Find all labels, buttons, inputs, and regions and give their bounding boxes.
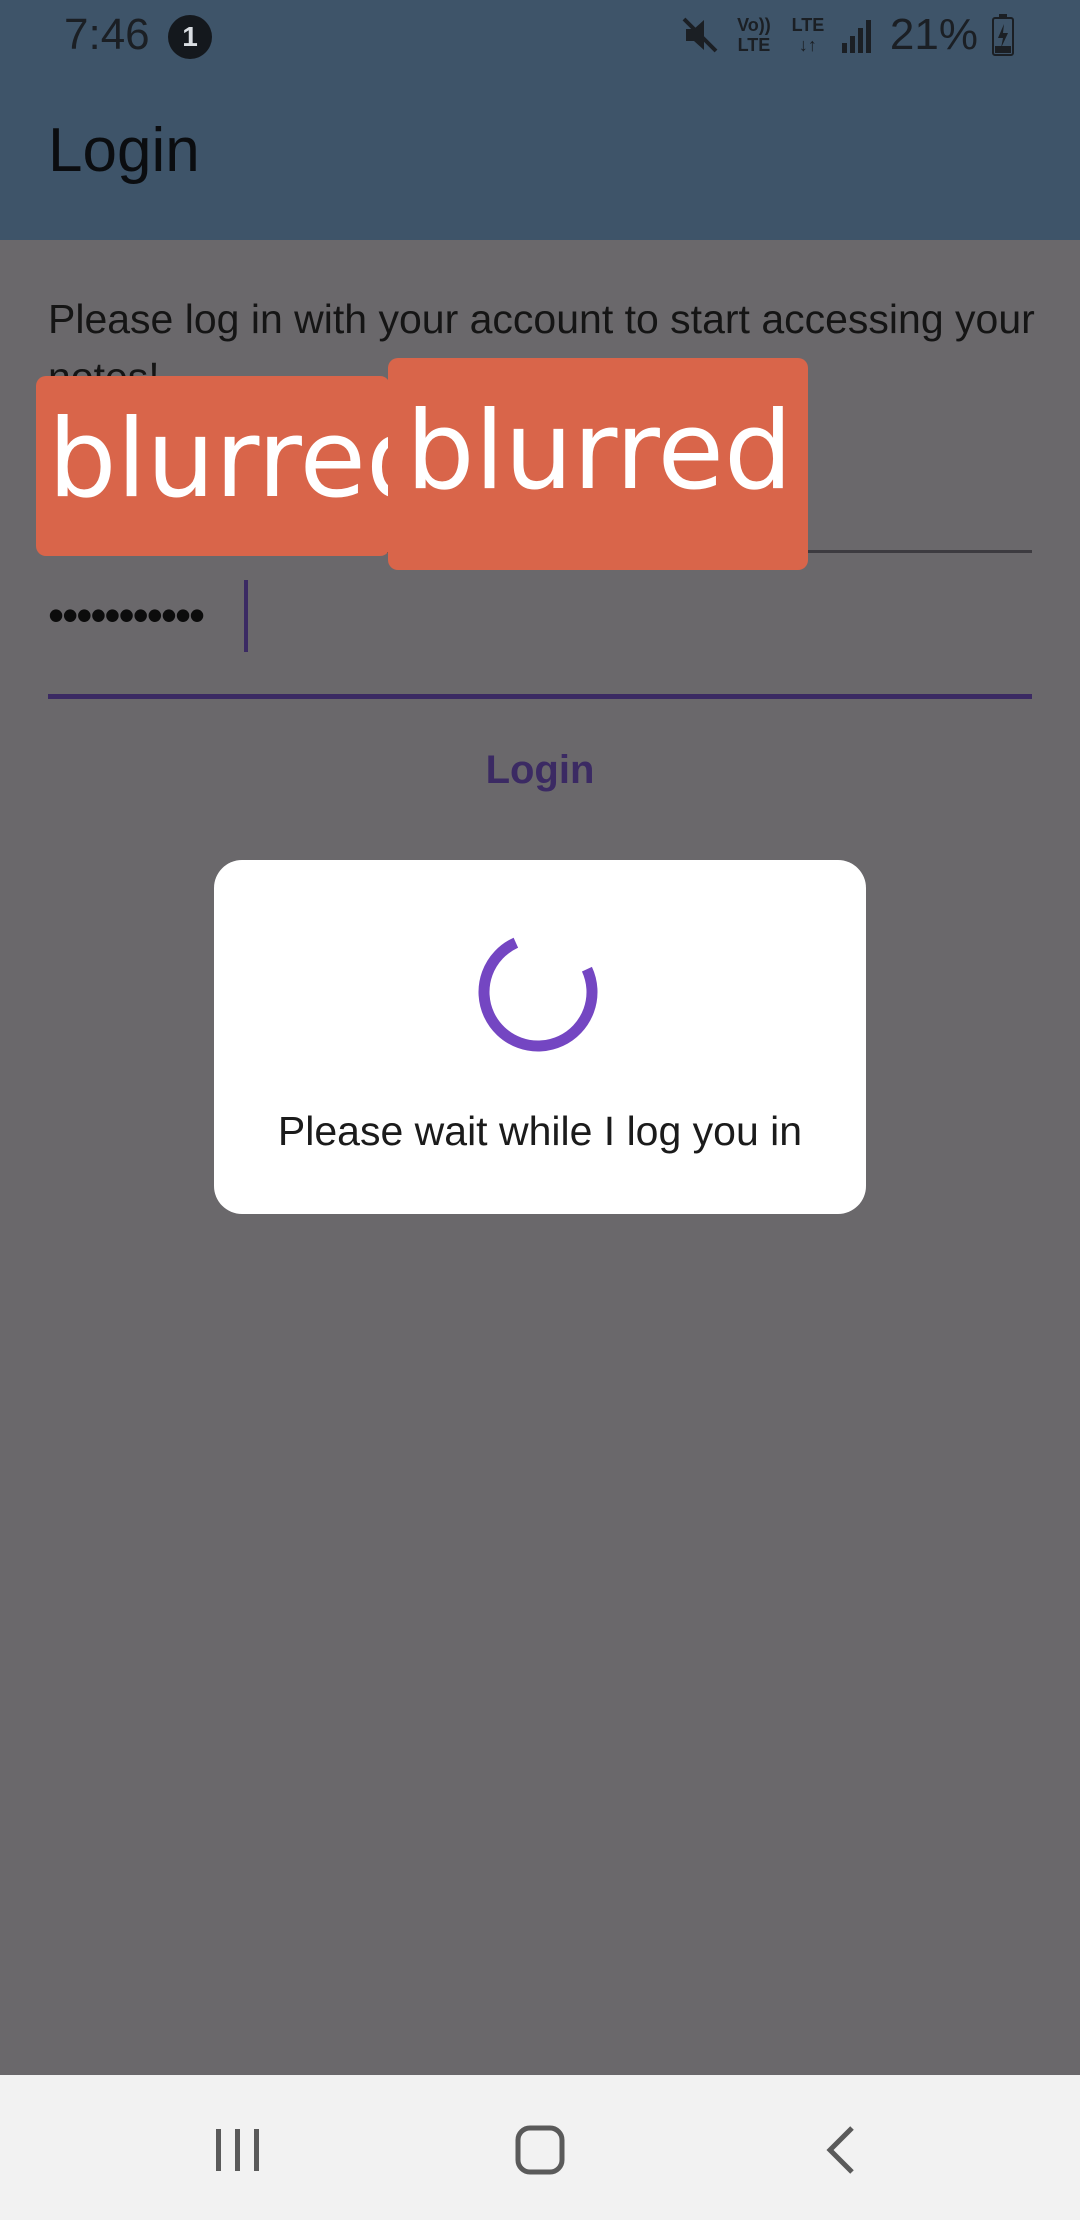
back-button[interactable] xyxy=(782,2105,902,2195)
dialog-message: Please wait while I log you in xyxy=(277,1108,803,1154)
volte-icon: Vo)) LTE xyxy=(737,15,771,55)
mute-icon xyxy=(680,15,720,55)
loading-dialog: Please wait while I log you in xyxy=(214,860,866,1214)
back-icon xyxy=(826,2126,854,2174)
system-nav-bar xyxy=(0,2075,1080,2220)
battery-percent: 21% xyxy=(889,10,978,59)
lte-label: LTE xyxy=(791,15,825,35)
login-button[interactable]: Login xyxy=(390,730,690,810)
data-arrows-icon: ↓↑ xyxy=(798,35,817,55)
page-title: Login xyxy=(48,116,200,185)
recents-button[interactable] xyxy=(178,2105,298,2195)
signal-icon xyxy=(841,17,876,53)
status-bar: 7:46 1 Vo)) LTE LTE ↓↑ 21% xyxy=(0,0,1080,75)
app-bar: Login xyxy=(0,75,1080,240)
recents-icon xyxy=(216,2129,259,2171)
home-icon xyxy=(515,2125,565,2175)
battery-charging-icon xyxy=(992,14,1014,56)
redaction-label: blurred xyxy=(388,358,808,570)
password-value: ••••••••••• xyxy=(48,589,205,641)
lte-data-icon: LTE ↓↑ xyxy=(788,15,828,55)
home-button[interactable] xyxy=(480,2105,600,2195)
notification-count-badge: 1 xyxy=(168,15,212,59)
status-time: 7:46 xyxy=(64,10,150,59)
redaction-label: blurred xyxy=(36,376,390,556)
status-icons: Vo)) LTE LTE ↓↑ 21% xyxy=(680,10,1014,60)
text-cursor xyxy=(244,580,248,652)
loading-spinner-icon xyxy=(478,932,598,1052)
password-field[interactable]: ••••••••••• xyxy=(48,570,1032,699)
